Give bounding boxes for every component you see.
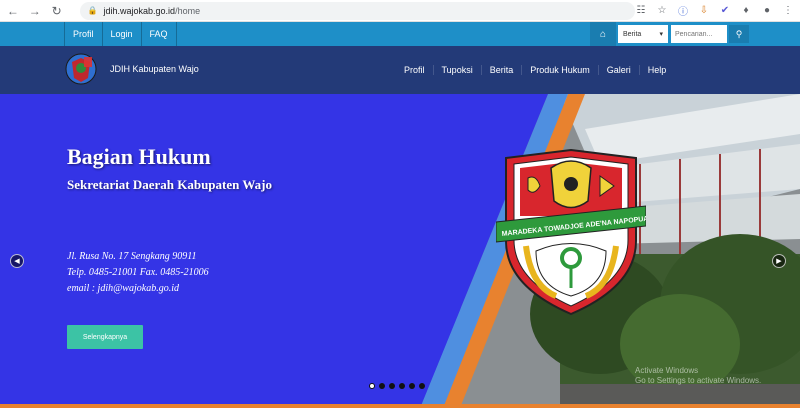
slide-dot[interactable]: [409, 383, 415, 389]
read-more-button[interactable]: Selengkapnya: [67, 325, 143, 349]
email-line: email : jdih@wajokab.go.id: [67, 283, 179, 294]
reload-icon[interactable]: ↻: [48, 2, 66, 20]
slide-dot[interactable]: [399, 383, 405, 389]
extension-info-icon[interactable]: ⓘ: [677, 5, 689, 18]
extensions-puzzle-icon[interactable]: ♦: [740, 5, 752, 17]
prev-slide-icon[interactable]: ◀: [10, 254, 24, 268]
top-bar: Profil Login FAQ ⌂ Berita ▾ ⚲: [0, 22, 800, 46]
search-input[interactable]: [671, 25, 727, 43]
top-link-faq[interactable]: FAQ: [142, 22, 177, 46]
lock-icon: 🔒: [87, 6, 98, 15]
footer-accent-bar: [0, 404, 800, 408]
main-nav: Profil Tupoksi Berita Produk Hukum Galer…: [396, 46, 674, 94]
translate-icon[interactable]: ☷: [635, 5, 647, 17]
hero-subtitle: Sekretariat Daerah Kabupaten Wajo: [67, 177, 272, 192]
watermark-line1: Activate Windows: [635, 366, 699, 375]
site-title: JDIH Kabupaten Wajo: [110, 64, 199, 74]
hero-title: Bagian Hukum: [67, 144, 211, 169]
nav-berita[interactable]: Berita: [480, 65, 522, 75]
url-host: jdih.wajokab.go.id: [103, 5, 176, 16]
bookmark-star-icon[interactable]: ☆: [656, 5, 668, 17]
address-line: Jl. Rusa No. 17 Sengkang 90911: [67, 251, 197, 262]
slider-indicators: [369, 383, 425, 389]
profile-avatar-icon[interactable]: ●: [761, 5, 773, 17]
url-path: /home: [175, 5, 201, 16]
search-category-value: Berita: [623, 30, 642, 38]
wajo-emblem: MARADEKA TOWADJOE ADE'NA NAPOPUANG: [496, 148, 646, 316]
slide-dot[interactable]: [419, 383, 425, 389]
browser-toolbar: ← → ↻ 🔒 jdih.wajokab.go.id/home ☷ ☆ ⓘ ⇩ …: [0, 0, 800, 22]
chevron-down-icon: ▾: [659, 31, 663, 38]
hero-slider: MARADEKA TOWADJOE ADE'NA NAPOPUANG Bagia…: [0, 94, 800, 408]
nav-tupoksi[interactable]: Tupoksi: [432, 65, 481, 75]
site-logo[interactable]: [64, 52, 98, 86]
menu-dots-icon[interactable]: ⋮: [782, 5, 794, 17]
nav-help[interactable]: Help: [638, 65, 675, 75]
hero-address: Jl. Rusa No. 17 Sengkang 90911 Telp. 048…: [67, 249, 209, 297]
next-slide-icon[interactable]: ▶: [772, 254, 786, 268]
slide-dot[interactable]: [369, 383, 375, 389]
home-icon[interactable]: ⌂: [590, 22, 616, 46]
extension-check-icon[interactable]: ✔: [719, 5, 731, 17]
slide-dot[interactable]: [389, 383, 395, 389]
windows-watermark: Activate Windows Go to Settings to activ…: [635, 366, 761, 386]
back-icon[interactable]: ←: [4, 2, 22, 20]
phone-line: Telp. 0485-21001 Fax. 0485-21006: [67, 267, 209, 278]
nav-produk-hukum[interactable]: Produk Hukum: [521, 65, 598, 75]
slide-dot[interactable]: [379, 383, 385, 389]
site-header: JDIH Kabupaten Wajo Profil Tupoksi Berit…: [0, 46, 800, 94]
address-bar[interactable]: 🔒 jdih.wajokab.go.id/home: [79, 1, 635, 20]
download-icon[interactable]: ⇩: [698, 5, 710, 17]
watermark-line2: Go to Settings to activate Windows.: [635, 376, 762, 385]
top-link-profil[interactable]: Profil: [64, 22, 103, 46]
top-link-login[interactable]: Login: [103, 22, 142, 46]
nav-profil[interactable]: Profil: [396, 65, 433, 75]
forward-icon[interactable]: →: [26, 2, 44, 20]
search-icon[interactable]: ⚲: [729, 25, 749, 43]
search-category-select[interactable]: Berita ▾: [618, 25, 668, 43]
nav-galeri[interactable]: Galeri: [597, 65, 639, 75]
